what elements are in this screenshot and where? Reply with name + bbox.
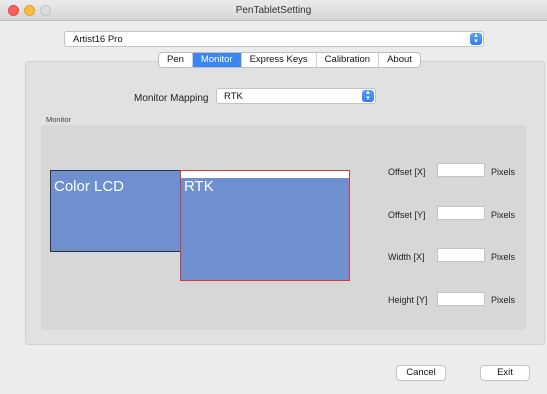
monitor-mapping-value: RTK: [224, 91, 243, 102]
tab-bar: Pen Monitor Express Keys Calibration Abo…: [158, 52, 421, 68]
tab-express-keys[interactable]: Express Keys: [242, 53, 317, 67]
tab-pen[interactable]: Pen: [159, 53, 193, 67]
offset-y-input[interactable]: [437, 206, 485, 220]
height-y-input[interactable]: [437, 292, 485, 306]
device-select-value: Artist16 Pro: [73, 34, 123, 45]
app-window: PenTabletSetting Artist16 Pro ▴ ▾ Pen Mon…: [0, 0, 547, 394]
title-bar: PenTabletSetting: [0, 0, 547, 21]
updown-chevron-icon: ▴ ▾: [470, 32, 482, 45]
screen-label: Color LCD: [54, 178, 125, 195]
monitor-mapping-label: Monitor Mapping: [134, 93, 209, 104]
screen-color-lcd[interactable]: Color LCD: [50, 170, 181, 252]
offset-y-unit: Pixels: [491, 210, 516, 220]
exit-button[interactable]: Exit: [480, 365, 530, 381]
width-x-input[interactable]: [437, 248, 485, 262]
updown-chevron-icon: ▴ ▾: [362, 89, 374, 102]
height-y-unit: Pixels: [491, 295, 516, 305]
screen-rtk[interactable]: RTK: [180, 170, 350, 281]
monitor-group-label: Monitor: [46, 115, 72, 124]
screen-menubar: [181, 171, 349, 178]
screen-label: RTK: [184, 178, 214, 195]
offset-y-label: Offset [Y]: [388, 210, 426, 220]
offset-x-unit: Pixels: [491, 167, 516, 177]
width-x-unit: Pixels: [491, 252, 516, 262]
monitor-mapping-select[interactable]: RTK ▴ ▾: [216, 88, 376, 104]
cancel-button[interactable]: Cancel: [396, 365, 446, 381]
width-x-label: Width [X]: [388, 252, 425, 262]
tab-about[interactable]: About: [379, 53, 420, 67]
offset-x-input[interactable]: [437, 163, 485, 177]
height-y-label: Height [Y]: [388, 295, 428, 305]
tab-calibration[interactable]: Calibration: [317, 53, 380, 67]
window-title: PenTabletSetting: [235, 5, 312, 16]
device-select[interactable]: Artist16 Pro ▴ ▾: [64, 31, 484, 47]
offset-x-label: Offset [X]: [388, 167, 426, 177]
tab-monitor[interactable]: Monitor: [192, 53, 242, 67]
